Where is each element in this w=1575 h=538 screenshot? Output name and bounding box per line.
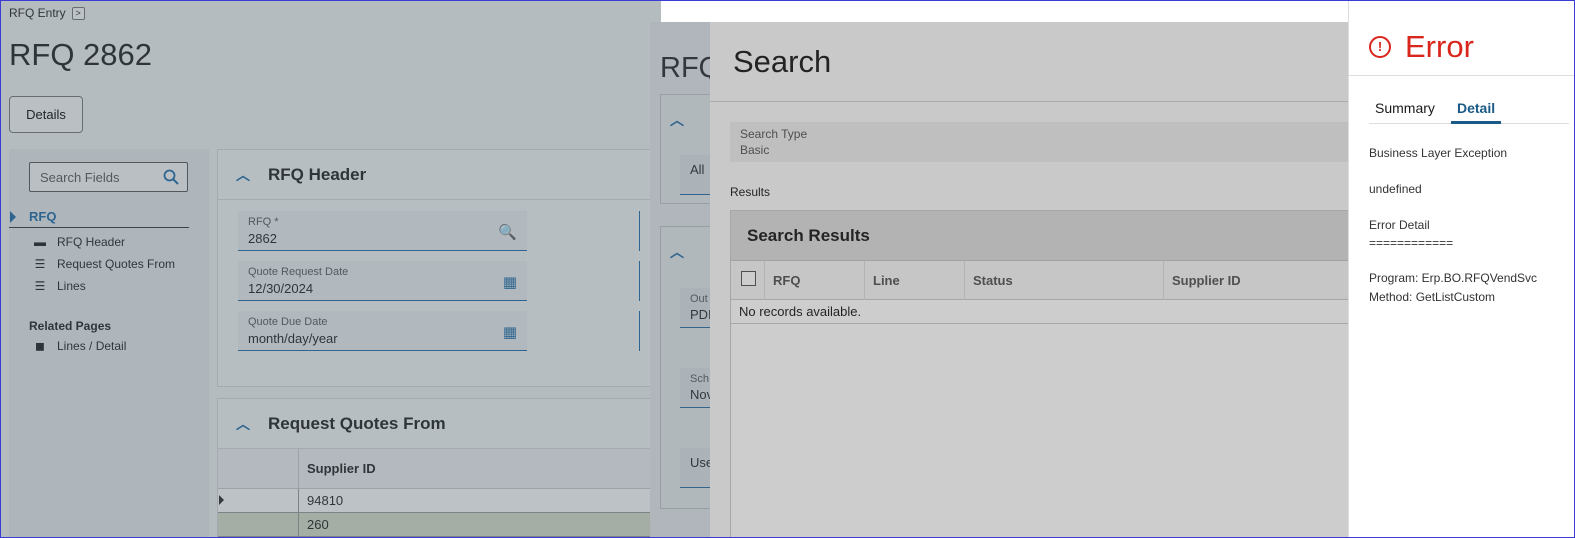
error-title: ! Error: [1369, 29, 1474, 65]
error-message: Business Layer Exception: [1369, 146, 1508, 160]
window-frame: RFQ Entry > RFQ 2862 Details Search Fiel…: [0, 0, 1575, 538]
error-detail-heading: Error Detail: [1369, 218, 1430, 232]
error-method: Method: GetListCustom: [1369, 290, 1496, 304]
search-overlay: [710, 22, 1350, 537]
error-separator: ============: [1369, 236, 1454, 250]
divider: [1349, 75, 1574, 76]
tab-detail[interactable]: Detail: [1451, 100, 1502, 124]
error-message: undefined: [1369, 182, 1422, 196]
tab-summary[interactable]: Summary: [1369, 100, 1441, 124]
error-tabs: Summary Detail: [1369, 100, 1569, 124]
page-overlay: [1, 1, 661, 537]
error-icon: !: [1369, 36, 1391, 58]
error-title-text: Error: [1405, 29, 1474, 64]
error-program: Program: Erp.BO.RFQVendSvc: [1369, 271, 1538, 285]
error-panel: ! Error Summary Detail Business Layer Ex…: [1348, 1, 1574, 537]
